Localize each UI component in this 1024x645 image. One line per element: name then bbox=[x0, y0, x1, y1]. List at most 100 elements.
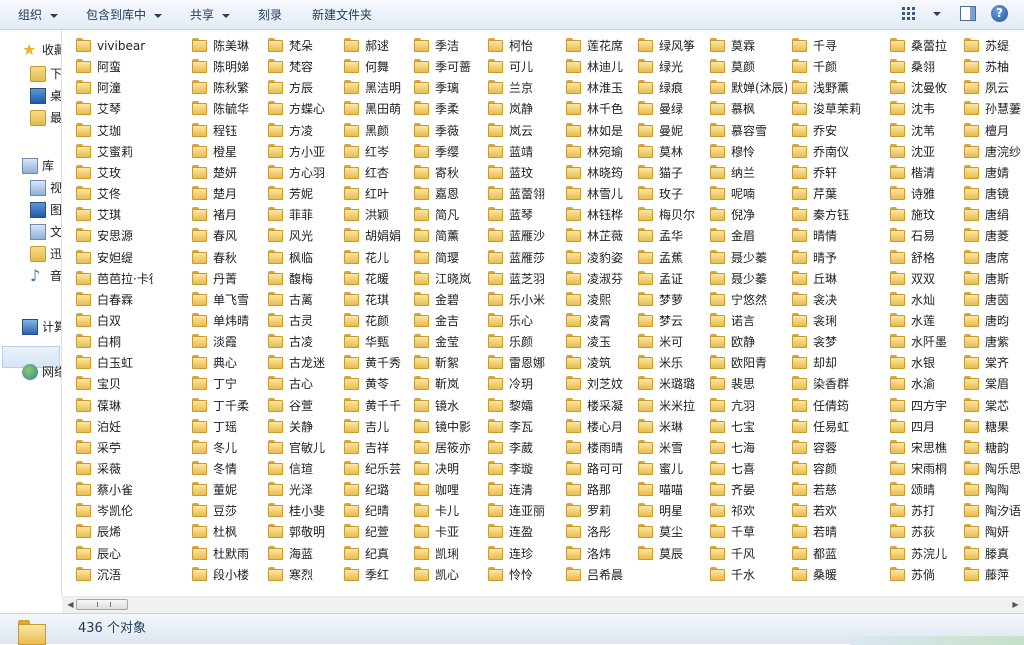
folder-icon bbox=[268, 122, 283, 137]
folder-icon bbox=[192, 418, 207, 433]
folder-name: 唐席 bbox=[985, 250, 1010, 265]
folder-name: 莫尘 bbox=[659, 525, 684, 540]
new-folder-label: 新建文件夹 bbox=[312, 8, 373, 22]
folder-name: 林迪儿 bbox=[587, 60, 624, 75]
burn-button[interactable]: 刻录 bbox=[258, 7, 282, 23]
folder-icon bbox=[488, 545, 503, 560]
folder-name: 唐紫 bbox=[985, 335, 1010, 350]
horizontal-scrollbar[interactable]: ◀ ▶ bbox=[62, 596, 1024, 613]
folder-icon bbox=[344, 291, 359, 306]
folder-name: 蜜儿 bbox=[659, 462, 684, 476]
folder-icon bbox=[488, 524, 503, 539]
scroll-right-icon[interactable]: ▶ bbox=[1007, 597, 1024, 613]
folder-name: 绿光 bbox=[659, 60, 684, 75]
folder-icon bbox=[488, 482, 503, 497]
folder-icon bbox=[344, 334, 359, 349]
folder-icon bbox=[76, 397, 91, 412]
folder-icon bbox=[76, 524, 91, 539]
folder-name: 古蓠 bbox=[289, 292, 314, 307]
folder-name: 金眉 bbox=[731, 229, 756, 244]
folder-icon bbox=[192, 566, 207, 581]
include-library-button[interactable]: 包含到库中 bbox=[86, 7, 163, 23]
folder-name: 凯心 bbox=[435, 567, 460, 582]
folder-name: 蓝芝羽 bbox=[509, 271, 546, 286]
folder-icon bbox=[76, 270, 91, 285]
help-icon[interactable]: ? bbox=[991, 5, 1008, 22]
computer-icon bbox=[22, 319, 38, 335]
folder-name: 黑颜 bbox=[365, 123, 390, 138]
folder-icon bbox=[638, 164, 653, 179]
folder-icon bbox=[964, 59, 979, 74]
folder-icon bbox=[792, 376, 807, 391]
folder-name: 任易虹 bbox=[813, 419, 850, 434]
folder-icon bbox=[192, 355, 207, 370]
folder-name: 若慈 bbox=[813, 483, 838, 498]
folder-name: 安思源 bbox=[97, 229, 134, 244]
folder-name: 楼采凝 bbox=[587, 398, 624, 413]
folder-icon bbox=[488, 228, 503, 243]
folder-name: 若晴 bbox=[813, 525, 838, 540]
folder-name: 海蓝 bbox=[289, 546, 314, 561]
chevron-down-icon bbox=[50, 13, 59, 18]
folder-icon bbox=[344, 164, 359, 179]
folder-icon bbox=[792, 143, 807, 158]
folder-icon bbox=[192, 186, 207, 201]
folder-name: 路可可 bbox=[587, 462, 624, 476]
folder-icon bbox=[414, 186, 429, 201]
preview-pane-icon[interactable] bbox=[960, 6, 976, 21]
downloads-folder-icon bbox=[30, 66, 46, 82]
folder-icon bbox=[192, 334, 207, 349]
folder-name: 水莲 bbox=[911, 313, 936, 328]
folder-icon bbox=[964, 524, 979, 539]
folder-name: 决明 bbox=[435, 462, 460, 476]
folder-name: 聂少蓁 bbox=[731, 250, 768, 265]
folder-name: 豆莎 bbox=[213, 504, 238, 519]
folder-icon bbox=[638, 482, 653, 497]
nav-music-label: 音乐 bbox=[50, 269, 62, 283]
folder-icon bbox=[566, 186, 581, 201]
folder-name: 慕容雪 bbox=[731, 123, 768, 138]
organize-label: 组织 bbox=[18, 8, 43, 22]
share-button[interactable]: 共享 bbox=[190, 7, 231, 23]
folder-icon bbox=[566, 270, 581, 285]
folder-icon bbox=[414, 270, 429, 285]
folder-icon bbox=[268, 312, 283, 327]
folder-name: 雷恩娜 bbox=[509, 356, 546, 371]
folder-icon bbox=[792, 566, 807, 581]
folder-icon bbox=[964, 122, 979, 137]
desktop-icon bbox=[30, 88, 46, 104]
folder-name: 却却 bbox=[813, 356, 838, 371]
folder-name: 夙云 bbox=[985, 81, 1010, 96]
folder-name: 艾佟 bbox=[97, 187, 122, 202]
folder-name: 简璎 bbox=[435, 250, 460, 265]
folder-icon bbox=[638, 228, 653, 243]
folder-name: 采苧 bbox=[97, 440, 122, 455]
folder-name: 陶陶 bbox=[985, 483, 1010, 498]
folder-name: 简薰 bbox=[435, 229, 460, 244]
folder-name: 黄千秀 bbox=[365, 356, 402, 371]
folder-name: 李璇 bbox=[509, 462, 534, 476]
folder-icon bbox=[964, 38, 979, 52]
scrollbar-thumb[interactable] bbox=[76, 599, 128, 610]
organize-button[interactable]: 组织 bbox=[18, 7, 59, 23]
folder-icon bbox=[890, 418, 905, 433]
view-options-icon[interactable] bbox=[902, 7, 916, 20]
folder-name: 任倩筠 bbox=[813, 398, 850, 413]
folder-name: 七宝 bbox=[731, 419, 756, 434]
chevron-down-icon[interactable] bbox=[933, 12, 941, 16]
folder-name: 棠芯 bbox=[985, 398, 1010, 413]
folder-icon bbox=[710, 38, 725, 52]
folder-icon bbox=[192, 164, 207, 179]
folder-name: 镜水 bbox=[435, 398, 460, 413]
recent-places-icon bbox=[30, 110, 46, 126]
new-folder-button[interactable]: 新建文件夹 bbox=[312, 7, 372, 23]
folder-icon bbox=[638, 461, 653, 475]
folder-name: 宝贝 bbox=[97, 377, 122, 392]
folder-icon bbox=[710, 355, 725, 370]
folder-icon bbox=[638, 376, 653, 391]
folder-icon bbox=[344, 482, 359, 497]
folder-name: 杜枫 bbox=[213, 525, 238, 540]
folder-icon bbox=[344, 397, 359, 412]
folder-name: 信瑄 bbox=[289, 462, 314, 476]
folder-name: 糖果 bbox=[985, 419, 1010, 434]
